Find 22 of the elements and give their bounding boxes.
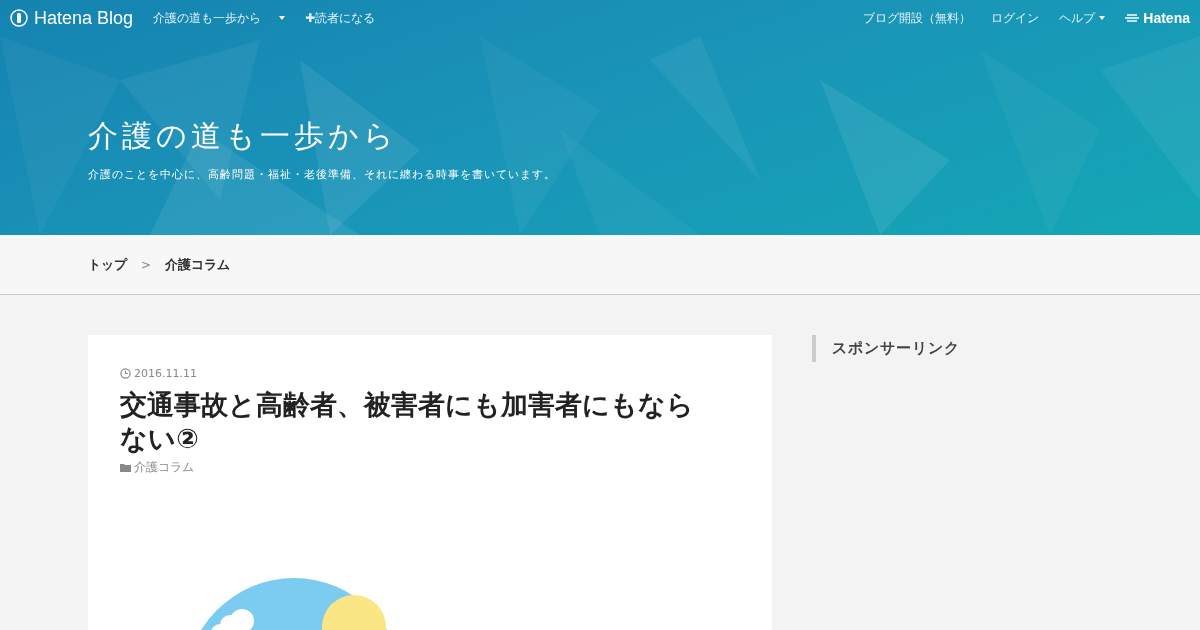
folder-icon xyxy=(120,462,131,472)
caret-icon xyxy=(279,15,286,21)
breadcrumb-separator: > xyxy=(141,257,152,272)
help-menu[interactable]: ヘルプ xyxy=(1059,9,1106,27)
breadcrumb-link[interactable]: トップ xyxy=(88,255,127,274)
sidebar-heading: スポンサーリンク xyxy=(812,335,1112,362)
clock-icon xyxy=(120,368,131,379)
brand-logo[interactable]: Hatena xyxy=(1125,10,1190,26)
breadcrumb-link[interactable]: 介護コラム xyxy=(165,255,231,274)
nav-link[interactable]: ブログ開設（無料） xyxy=(863,9,972,27)
category-link[interactable]: 介護コラム xyxy=(120,459,740,475)
article-title[interactable]: 交通事故と高齢者、被害者にも加害者にもならない② xyxy=(120,388,720,456)
nav-link[interactable]: ログイン xyxy=(991,9,1040,27)
site-logo[interactable]: Hatena Blog xyxy=(10,7,134,29)
caret-icon xyxy=(1099,15,1106,21)
blog-menu[interactable]: 介護の道も一歩から xyxy=(153,9,286,27)
blog-title[interactable]: 介護の道も一歩から xyxy=(88,116,398,157)
blog-description: 介護のことを中心に、高齢問題・福祉・老後準備、それに纏わる時事を書いています。 xyxy=(88,167,557,182)
lines-icon xyxy=(1125,13,1140,23)
subscribe-link[interactable]: ✚読者になる xyxy=(305,9,376,27)
post-date: 2016.11.11 xyxy=(134,367,197,380)
logo-icon xyxy=(10,9,28,27)
